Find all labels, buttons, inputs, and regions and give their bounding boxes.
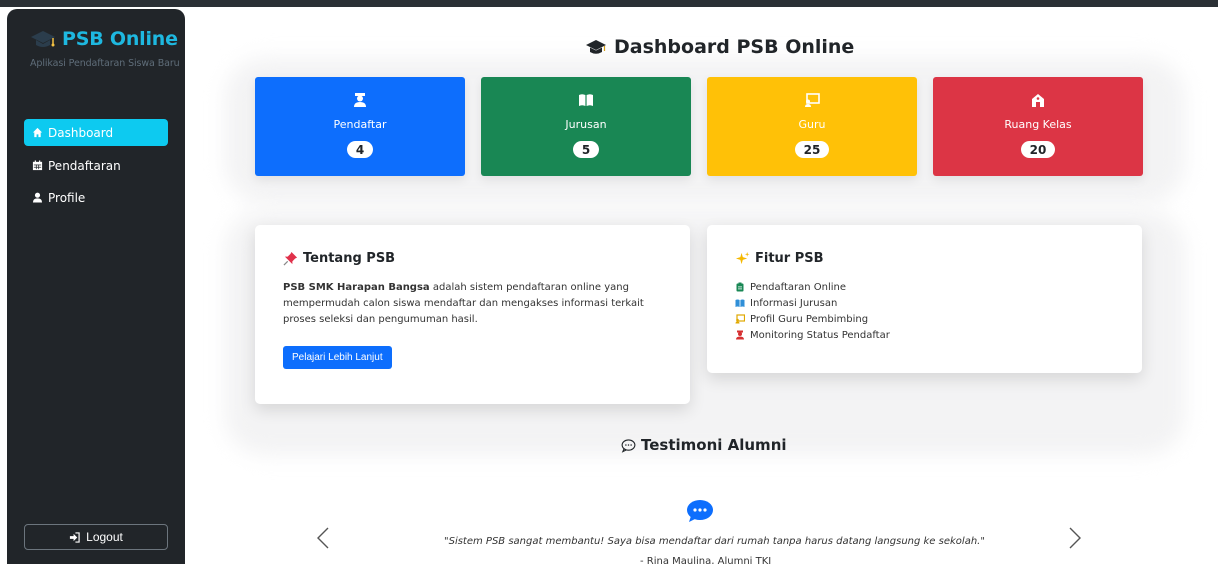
stat-label: Jurusan	[565, 118, 607, 131]
graduation-cap-icon	[31, 31, 55, 47]
home-icon	[32, 127, 43, 138]
testimonials-title: Testimoni Alumni	[621, 436, 787, 454]
logout-label: Logout	[86, 530, 123, 544]
student-icon	[736, 330, 744, 340]
sidebar: PSB Online Aplikasi Pendaftaran Siswa Ba…	[7, 9, 185, 564]
sidebar-item-label: Dashboard	[48, 125, 114, 140]
school-icon	[1032, 94, 1044, 107]
sidebar-item-dashboard[interactable]: Dashboard	[24, 119, 168, 146]
logout-button[interactable]: Logout	[24, 524, 168, 550]
testimonial-author: - Rina Maulina, Alumni TKJ	[640, 556, 772, 564]
student-icon	[354, 93, 366, 107]
carousel-next-button[interactable]	[1067, 525, 1083, 551]
teacher-board-icon	[805, 93, 820, 107]
carousel-prev-button[interactable]	[315, 525, 331, 551]
graduation-cap-icon	[586, 39, 606, 54]
brand-title: PSB Online	[62, 28, 178, 50]
feature-label: Profil Guru Pembimbing	[750, 313, 869, 325]
feature-label: Pendaftaran Online	[750, 281, 847, 293]
feature-label: Monitoring Status Pendaftar	[750, 329, 890, 341]
stat-card-jurusan[interactable]: Jurusan 5	[481, 77, 691, 176]
about-title-text: Tentang PSB	[303, 251, 396, 266]
features-panel: Fitur PSB Pendaftaran Online Informasi J…	[707, 225, 1142, 373]
chat-bubble-icon	[687, 500, 713, 522]
page-title: Dashboard PSB Online	[585, 36, 854, 58]
stat-card-pendaftar[interactable]: Pendaftar 4	[255, 77, 465, 176]
sidebar-item-profile[interactable]: Profile	[24, 184, 168, 211]
feature-label: Informasi Jurusan	[750, 297, 838, 309]
stat-card-guru[interactable]: Guru 25	[707, 77, 917, 176]
speech-bubble-icon	[621, 438, 636, 453]
calendar-icon	[32, 160, 43, 171]
about-title: Tentang PSB	[283, 251, 662, 266]
brand[interactable]: PSB Online	[30, 28, 178, 50]
user-icon	[32, 192, 43, 203]
learn-more-button[interactable]: Pelajari Lebih Lanjut	[283, 346, 392, 369]
list-item: Pendaftaran Online	[735, 279, 1114, 295]
list-item: Profil Guru Pembimbing	[735, 311, 1114, 327]
sign-out-icon	[70, 531, 80, 543]
features-title-text: Fitur PSB	[755, 251, 824, 266]
clipboard-icon	[736, 282, 744, 292]
stat-badge: 4	[346, 141, 374, 158]
list-item: Informasi Jurusan	[735, 295, 1114, 311]
teacher-board-icon	[735, 314, 745, 324]
book-icon	[579, 94, 593, 106]
testimonials-title-text: Testimoni Alumni	[641, 436, 787, 454]
page-title-text: Dashboard PSB Online	[614, 36, 855, 58]
list-item: Monitoring Status Pendaftar	[735, 327, 1114, 343]
features-list: Pendaftaran Online Informasi Jurusan Pro…	[735, 279, 1114, 343]
about-panel: Tentang PSB PSB SMK Harapan Bangsa adala…	[255, 225, 690, 404]
testimonial-quote: "Sistem PSB sangat membantu! Saya bisa m…	[444, 536, 985, 547]
book-icon	[735, 299, 745, 307]
sparkles-icon	[735, 251, 750, 265]
stat-card-ruang-kelas[interactable]: Ruang Kelas 20	[933, 77, 1143, 176]
pushpin-icon	[283, 251, 298, 266]
sidebar-item-label: Pendaftaran	[48, 158, 121, 173]
sidebar-item-pendaftaran[interactable]: Pendaftaran	[24, 152, 168, 179]
about-description: PSB SMK Harapan Bangsa adalah sistem pen…	[283, 280, 653, 328]
stat-label: Ruang Kelas	[1004, 118, 1072, 131]
about-school-name: PSB SMK Harapan Bangsa	[283, 282, 430, 293]
stat-label: Guru	[798, 118, 826, 131]
stat-label: Pendaftar	[333, 118, 387, 131]
top-bar	[0, 0, 1218, 7]
sidebar-item-label: Profile	[48, 190, 86, 205]
stat-badge: 5	[572, 141, 600, 158]
features-title: Fitur PSB	[735, 251, 1114, 266]
brand-subtitle: Aplikasi Pendaftaran Siswa Baru	[30, 58, 180, 69]
stat-badge: 25	[794, 141, 830, 158]
stat-badge: 20	[1020, 141, 1056, 158]
